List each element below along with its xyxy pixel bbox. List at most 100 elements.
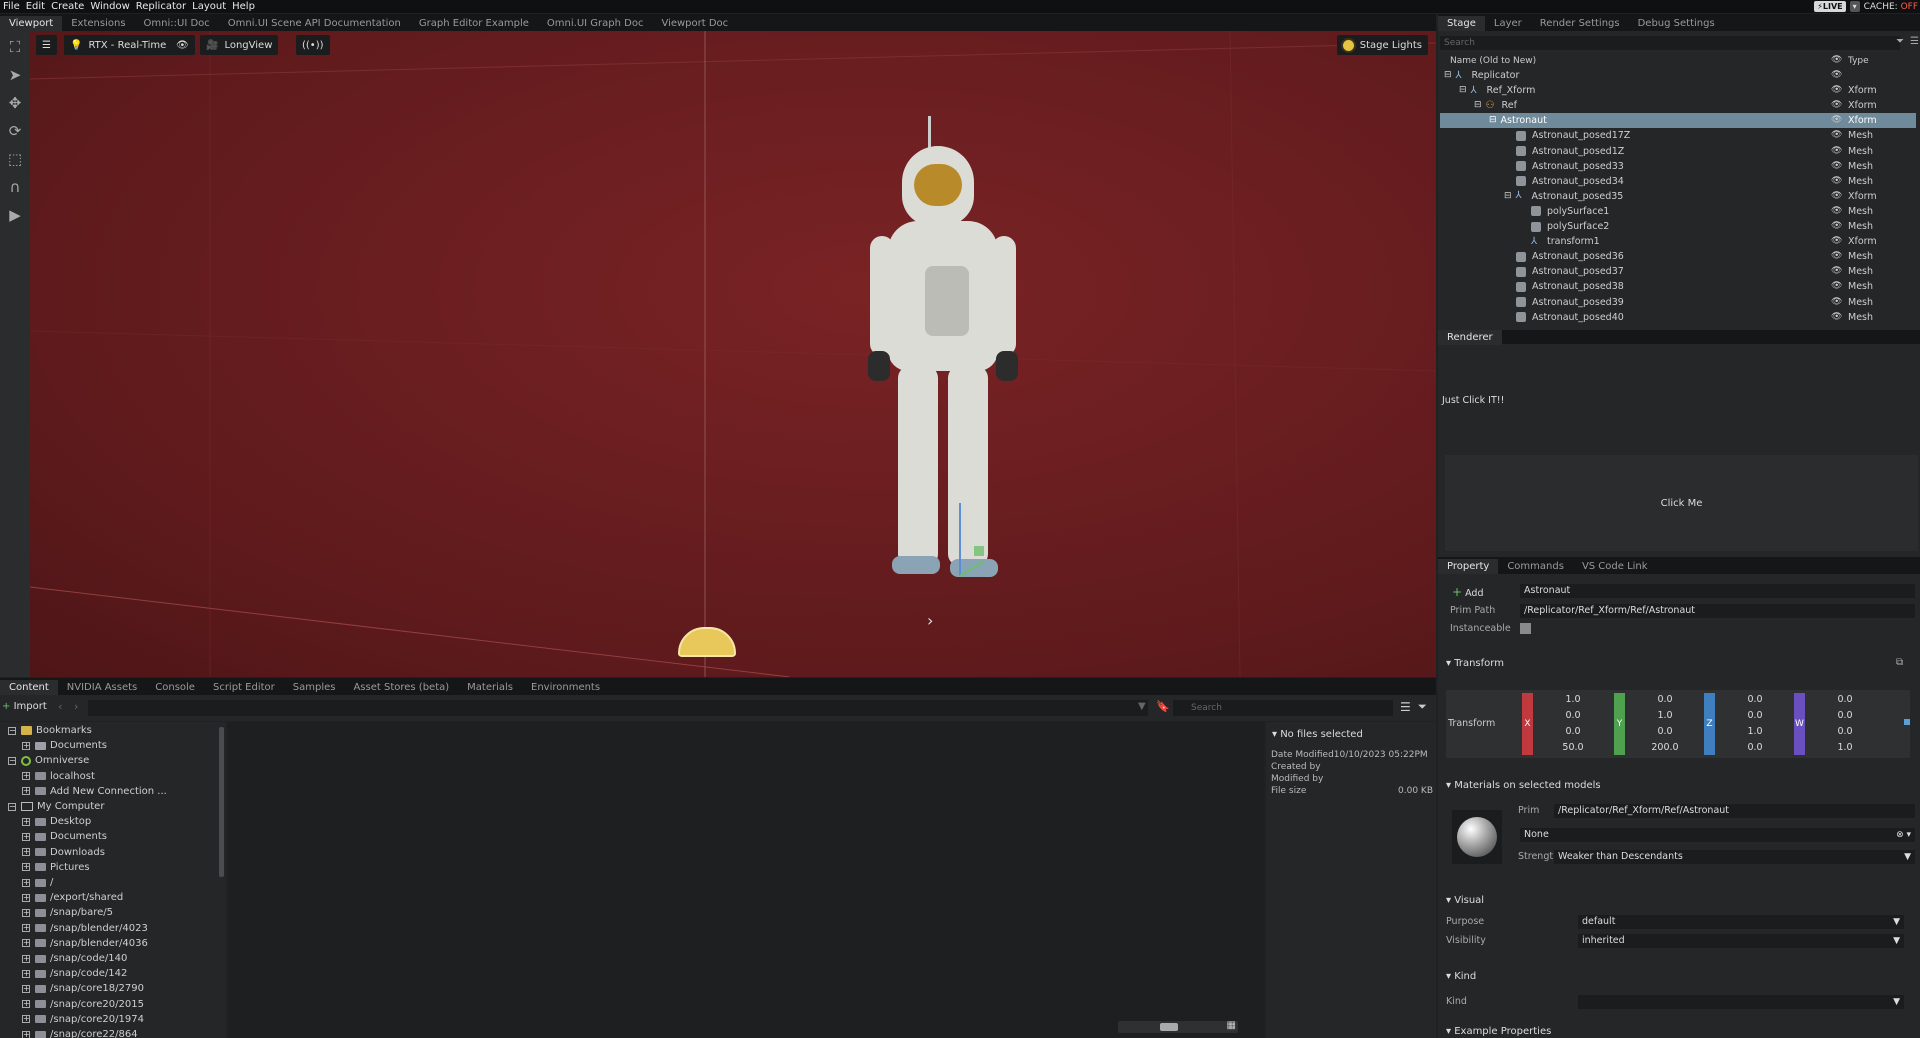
tree-item[interactable]: + Pictures [22,860,90,875]
instanceable-checkbox[interactable] [1520,623,1531,634]
content-search-input[interactable]: Search [1173,700,1393,716]
stage-row[interactable]: ⊟ ⅄ Astronaut_posed35 👁 Xform [1440,189,1916,204]
transform-gizmo[interactable] [950,491,990,581]
tree-item[interactable]: + Documents [22,738,107,753]
viewport-scene[interactable]: › [30,31,1436,677]
tree-item[interactable]: + /snap/blender/4036 [22,936,148,951]
matrix-cell[interactable]: 1.0 [1634,709,1696,723]
tree-item[interactable]: + /export/shared [22,890,123,905]
expand-icon[interactable]: + [22,817,30,826]
tab-extensions[interactable]: Extensions [62,16,134,31]
stage-menu-icon[interactable]: ☰ [1910,36,1919,47]
stage-row[interactable]: Astronaut_posed34 👁 Mesh [1440,174,1916,189]
path-field[interactable] [88,700,1148,716]
frame-select-icon[interactable]: ⛶ [3,35,27,59]
stage-row[interactable]: ⊟ ⅄ Replicator 👁 [1440,68,1916,83]
expand-icon[interactable]: + [22,772,30,781]
import-button[interactable]: + Import [2,701,47,712]
tab-graph-editor-example[interactable]: Graph Editor Example [410,16,538,31]
material-select[interactable]: None ⊗ ▾ [1520,828,1915,842]
matrix-cell[interactable]: 1.0 [1814,741,1876,755]
stage-row[interactable]: polySurface1 👁 Mesh [1440,204,1916,219]
stage-filter-icon[interactable]: ⏷ [1896,36,1904,47]
matrix-cell[interactable]: 200.0 [1634,741,1696,755]
matrix-cell[interactable]: 1.0 [1724,725,1786,739]
expand-icon[interactable]: + [22,1030,30,1038]
visibility-eye-icon[interactable]: 👁 [1831,204,1842,219]
stage-row[interactable]: Astronaut_posed17Z 👁 Mesh [1440,128,1916,143]
collapse-icon[interactable]: − [8,726,16,735]
tree-item[interactable]: + / [22,875,53,890]
stage-row[interactable]: ⊟ ⅄ Ref_Xform 👁 Xform [1440,83,1916,98]
expand-icon[interactable]: + [22,863,30,872]
tab-omni-ui-doc[interactable]: Omni::UI Doc [135,16,219,31]
tree-item[interactable]: + /snap/core20/1974 [22,1012,144,1027]
thumbnail-size-slider[interactable]: ▦ [1118,1020,1238,1033]
tree-item[interactable]: + /snap/blender/4023 [22,921,148,936]
move-icon[interactable]: ✥ [3,91,27,115]
slider-knob[interactable] [1160,1023,1178,1031]
stage-search-input[interactable]: Search [1440,36,1900,50]
purpose-select[interactable]: default ▼ [1578,915,1904,929]
visibility-eye-icon[interactable]: 👁 [1831,264,1842,279]
stage-row[interactable]: polySurface2 👁 Mesh [1440,219,1916,234]
kind-select[interactable]: ▼ [1578,995,1904,1009]
tree-item[interactable]: + /snap/code/142 [22,966,127,981]
expand-icon[interactable]: + [22,848,30,857]
expand-icon[interactable]: + [22,908,30,917]
viewport-settings-button[interactable]: ☰ [36,35,57,55]
prim-name-field[interactable]: Astronaut [1520,584,1915,598]
filter-icon[interactable]: ⏷ [1418,700,1427,714]
matrix-cell[interactable]: 0.0 [1542,725,1604,739]
camera-button[interactable]: 🎥 LongView [200,35,279,55]
matrix-cell[interactable]: 0.0 [1814,693,1876,707]
tab-asset-stores[interactable]: Asset Stores (beta) [344,680,458,695]
tab-environments[interactable]: Environments [522,680,609,695]
visibility-eye-icon[interactable]: 👁 [1831,144,1842,159]
tree-item[interactable]: − Bookmarks [8,723,92,738]
matrix-cell[interactable]: 0.0 [1724,741,1786,755]
menu-help[interactable]: Help [229,1,258,12]
tree-item[interactable]: + Add New Connection ... [22,784,167,799]
stage-row[interactable]: Astronaut_posed1Z 👁 Mesh [1440,144,1916,159]
tab-nvidia-assets[interactable]: NVIDIA Assets [58,680,146,695]
tree-item[interactable]: + /snap/bare/5 [22,905,113,920]
transform-section-header[interactable]: ▾ Transform [1446,658,1504,669]
matrix-cell[interactable]: 0.0 [1542,709,1604,723]
forward-icon[interactable]: › [74,700,78,713]
collapse-icon[interactable]: ⊟ [1489,113,1497,128]
expand-icon[interactable]: + [22,1000,30,1009]
back-icon[interactable]: ‹ [58,700,62,713]
material-preview[interactable] [1452,810,1502,864]
collapse-icon[interactable]: ⊟ [1459,83,1467,98]
tree-item[interactable]: + /snap/code/140 [22,951,127,966]
prim-path-field[interactable]: /Replicator/Ref_Xform/Ref/Astronaut [1520,604,1915,618]
visibility-eye-icon[interactable]: 👁 [1831,98,1842,113]
kind-section-header[interactable]: ▾ Kind [1446,971,1476,982]
visibility-eye-icon[interactable]: 👁 [1831,219,1842,234]
expand-icon[interactable]: + [22,924,30,933]
tab-omni-ui-graph-doc[interactable]: Omni.UI Graph Doc [538,16,653,31]
tab-property[interactable]: Property [1438,559,1499,574]
expand-icon[interactable]: + [22,787,30,796]
tree-item[interactable]: + /snap/core22/864 [22,1027,138,1038]
rotate-icon[interactable]: ⟳ [3,119,27,143]
visibility-eye-icon[interactable]: 👁 [1831,189,1842,204]
stage-row[interactable]: ⊟ Astronaut 👁 Xform [1440,113,1916,129]
matrix-cell[interactable]: 0.0 [1814,709,1876,723]
tab-renderer[interactable]: Renderer [1438,330,1502,345]
expand-icon[interactable]: + [22,939,30,948]
tab-render-settings[interactable]: Render Settings [1531,16,1629,31]
expand-icon[interactable]: + [22,832,30,841]
expand-icon[interactable]: + [22,1015,30,1024]
stage-row[interactable]: ⊟ ⚇ Ref 👁 Xform [1440,98,1916,113]
material-prim-field[interactable]: /Replicator/Ref_Xform/Ref/Astronaut [1554,804,1915,818]
stage-row[interactable]: Astronaut_posed37 👁 Mesh [1440,264,1916,279]
scale-icon[interactable]: ⬚ [3,147,27,171]
tab-viewport[interactable]: Viewport [0,16,63,31]
menu-file[interactable]: File [0,1,23,12]
path-dropdown-icon[interactable]: ▼ [1138,701,1146,712]
tree-item[interactable]: + /snap/core20/2015 [22,997,144,1012]
expand-icon[interactable]: + [22,954,30,963]
tree-item[interactable]: + /snap/core18/2790 [22,981,144,996]
